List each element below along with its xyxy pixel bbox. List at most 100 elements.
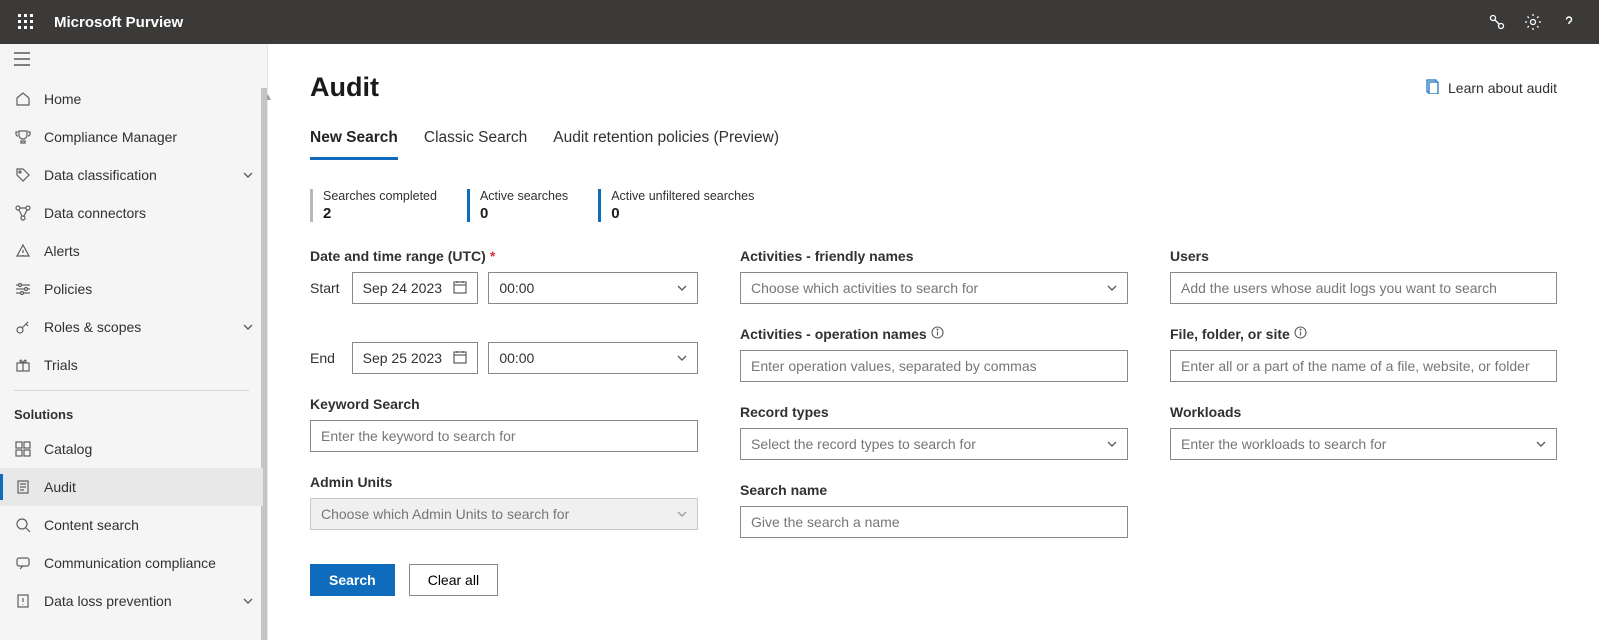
search-button[interactable]: Search [310,564,395,596]
file-folder-site-input[interactable] [1181,358,1546,374]
sidebar-item-home[interactable]: Home [0,80,263,118]
chevron-down-icon [233,322,263,332]
sidebar-section-title: Solutions [0,397,263,430]
comm-icon [12,555,34,571]
end-time-value: 00:00 [499,350,534,366]
chevron-down-icon [1536,436,1546,452]
stat-label: Searches completed [323,189,437,203]
sidebar-item-label: Communication compliance [44,555,263,571]
tab-audit-retention-policies[interactable]: Audit retention policies (Preview) [553,129,779,160]
activities-friendly-select[interactable]: Choose which activities to search for [740,272,1128,304]
learn-about-link[interactable]: Learn about audit [1425,79,1557,97]
users-input[interactable] [1181,280,1546,296]
date-time-range-label: Date and time range (UTC)* [310,248,698,264]
sidebar-item-label: Alerts [44,243,263,259]
sliders-icon [12,281,34,297]
sidebar-item-data-connectors[interactable]: Data connectors [0,194,263,232]
search-name-input[interactable] [751,514,1117,530]
start-time-value: 00:00 [499,280,534,296]
sidebar-item-data-loss-prevention[interactable]: Data loss prevention [0,582,263,620]
gear-icon[interactable] [1515,4,1551,40]
sidebar-item-label: Compliance Manager [44,129,263,145]
chevron-down-icon [233,596,263,606]
chevron-down-icon [677,350,687,366]
sidebar-item-audit[interactable]: Audit [0,468,263,506]
sidebar-divider [14,390,249,391]
workloads-label: Workloads [1170,404,1557,420]
tag-icon [12,167,34,183]
info-icon[interactable] [931,326,944,342]
sidebar-item-label: Policies [44,281,263,297]
sidebar-item-label: Data classification [44,167,233,183]
document-icon [1425,79,1440,97]
chevron-down-icon [677,506,687,522]
activities-operation-input[interactable] [751,358,1117,374]
trophy-icon [12,129,34,145]
record-types-label: Record types [740,404,1128,420]
admin-units-placeholder: Choose which Admin Units to search for [321,506,569,522]
tab-classic-search[interactable]: Classic Search [424,129,527,160]
record-types-placeholder: Select the record types to search for [751,436,976,452]
keyword-search-label: Keyword Search [310,396,698,412]
search-name-label: Search name [740,482,1128,498]
chevron-down-icon [1107,280,1117,296]
chevron-down-icon [233,170,263,180]
end-date-picker[interactable]: Sep 25 2023 [352,342,479,374]
sidebar-item-label: Content search [44,517,263,533]
stat-value: 0 [611,205,754,222]
clear-all-button[interactable]: Clear all [409,564,498,596]
start-time-picker[interactable]: 00:00 [488,272,698,304]
keyword-search-input[interactable] [321,428,687,444]
connections-icon[interactable] [1479,4,1515,40]
sidebar-item-label: Audit [44,479,263,495]
stat-active-unfiltered-searches: Active unfiltered searches 0 [598,189,754,222]
hamburger-icon[interactable] [14,52,30,71]
calendar-icon [453,350,467,367]
sidebar-item-label: Catalog [44,441,263,457]
sidebar-item-trials[interactable]: Trials [0,346,263,384]
sidebar-item-alerts[interactable]: Alerts [0,232,263,270]
sidebar-item-communication-compliance[interactable]: Communication compliance [0,544,263,582]
search-icon [12,517,34,533]
tab-new-search[interactable]: New Search [310,129,398,160]
sidebar-item-data-classification[interactable]: Data classification [0,156,263,194]
end-date-value: Sep 25 2023 [363,350,442,366]
sidebar-item-policies[interactable]: Policies [0,270,263,308]
admin-units-label: Admin Units [310,474,698,490]
gift-icon [12,357,34,373]
end-time-picker[interactable]: 00:00 [488,342,698,374]
sidebar: ▲ Home Compliance Manager Data classific… [0,44,268,640]
activities-friendly-placeholder: Choose which activities to search for [751,280,978,296]
catalog-icon [12,441,34,457]
start-label: Start [310,280,342,296]
info-icon[interactable] [1294,326,1307,342]
workloads-select[interactable]: Enter the workloads to search for [1170,428,1557,460]
sidebar-item-compliance-manager[interactable]: Compliance Manager [0,118,263,156]
chevron-down-icon [677,280,687,296]
stat-value: 0 [480,205,568,222]
end-label: End [310,350,342,366]
alert-icon [12,243,34,259]
home-icon [12,91,34,107]
help-icon[interactable] [1551,4,1587,40]
tabs: New Search Classic Search Audit retentio… [310,129,1557,161]
sidebar-item-catalog[interactable]: Catalog [0,430,263,468]
start-date-picker[interactable]: Sep 24 2023 [352,272,479,304]
learn-link-label: Learn about audit [1448,80,1557,96]
sidebar-item-label: Data connectors [44,205,263,221]
audit-icon [12,479,34,495]
activities-friendly-label: Activities - friendly names [740,248,1128,264]
waffle-icon[interactable] [12,8,40,36]
sidebar-item-content-search[interactable]: Content search [0,506,263,544]
admin-units-select[interactable]: Choose which Admin Units to search for [310,498,698,530]
main-content: Audit Learn about audit New Search Class… [268,44,1599,640]
sidebar-item-label: Roles & scopes [44,319,233,335]
sidebar-item-label: Data loss prevention [44,593,233,609]
sidebar-item-roles-scopes[interactable]: Roles & scopes [0,308,263,346]
chevron-down-icon [1107,436,1117,452]
record-types-select[interactable]: Select the record types to search for [740,428,1128,460]
activities-operation-label: Activities - operation names [740,326,1128,342]
stat-active-searches: Active searches 0 [467,189,568,222]
top-header: Microsoft Purview [0,0,1599,44]
stat-value: 2 [323,205,437,222]
